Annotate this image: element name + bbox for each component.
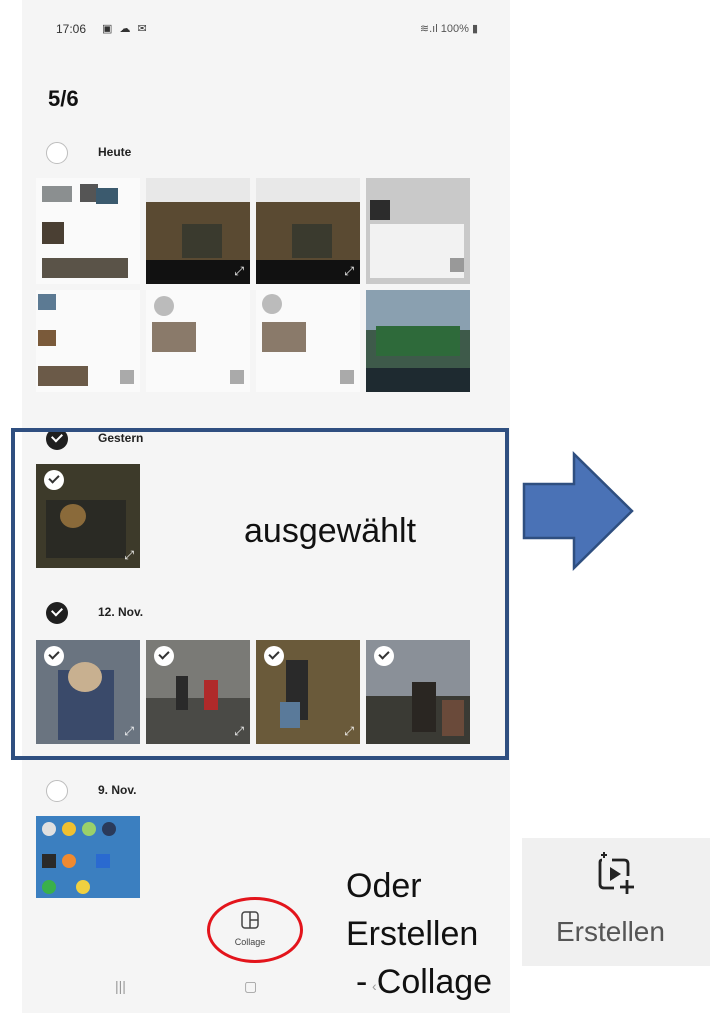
erstellen-panel[interactable]: Erstellen xyxy=(522,838,710,966)
oder-line-1: Oder xyxy=(346,867,422,905)
thumbnail-screenshot-9-nov[interactable] xyxy=(36,816,140,898)
section-header-9-nov[interactable]: 9. Nov. xyxy=(46,780,246,806)
selected-annotation: ausgewählt xyxy=(244,512,417,550)
thumbnail-screenshot-5[interactable] xyxy=(36,290,140,392)
create-icon xyxy=(598,852,634,894)
section-label-9-nov: 9. Nov. xyxy=(98,783,137,797)
thumbnail-photo-8[interactable] xyxy=(366,290,470,392)
highlight-ring xyxy=(207,897,303,963)
selection-highlight-box xyxy=(11,428,509,760)
thumbnail-screenshot-2[interactable]: ⤢ xyxy=(146,178,250,284)
section-label-heute: Heute xyxy=(98,145,132,159)
erstellen-label: Erstellen xyxy=(556,916,665,947)
thumbnail-screenshot-7[interactable] xyxy=(256,290,360,392)
select-circle-heute[interactable] xyxy=(46,142,68,164)
status-right: ≋.ıl 100% ▮ xyxy=(419,23,478,35)
status-time: 17:06 xyxy=(56,22,87,36)
oder-annotation: Oder Erstellen - Collage xyxy=(346,862,492,1006)
oder-line-3: - Collage xyxy=(356,963,493,1001)
thumbnail-screenshot-4[interactable] xyxy=(366,178,470,284)
oder-line-2: Erstellen xyxy=(346,915,479,953)
arrow-right-icon xyxy=(522,451,634,571)
signal-icon: ≋.ıl xyxy=(419,23,438,35)
select-circle-9-nov[interactable] xyxy=(46,780,68,802)
battery-label: 100% xyxy=(440,23,469,35)
thumbnail-screenshot-6[interactable] xyxy=(146,290,250,392)
selection-counter: 5/6 xyxy=(48,86,79,111)
thumbnail-screenshot-3[interactable]: ⤢ xyxy=(256,178,360,284)
nav-home-icon[interactable]: ▢ xyxy=(244,978,257,1000)
expand-icon: ⤢ xyxy=(234,264,244,278)
notification-icons: ▣ ☁ ✉ xyxy=(102,23,149,35)
section-header-heute[interactable]: Heute xyxy=(46,142,246,168)
thumbnail-screenshot-1[interactable] xyxy=(36,178,140,284)
nav-recents-icon[interactable]: ||| xyxy=(115,978,126,1000)
expand-icon: ⤢ xyxy=(344,264,354,278)
status-bar: 17:06 ▣ ☁ ✉ ≋.ıl 100% ▮ xyxy=(22,20,482,42)
